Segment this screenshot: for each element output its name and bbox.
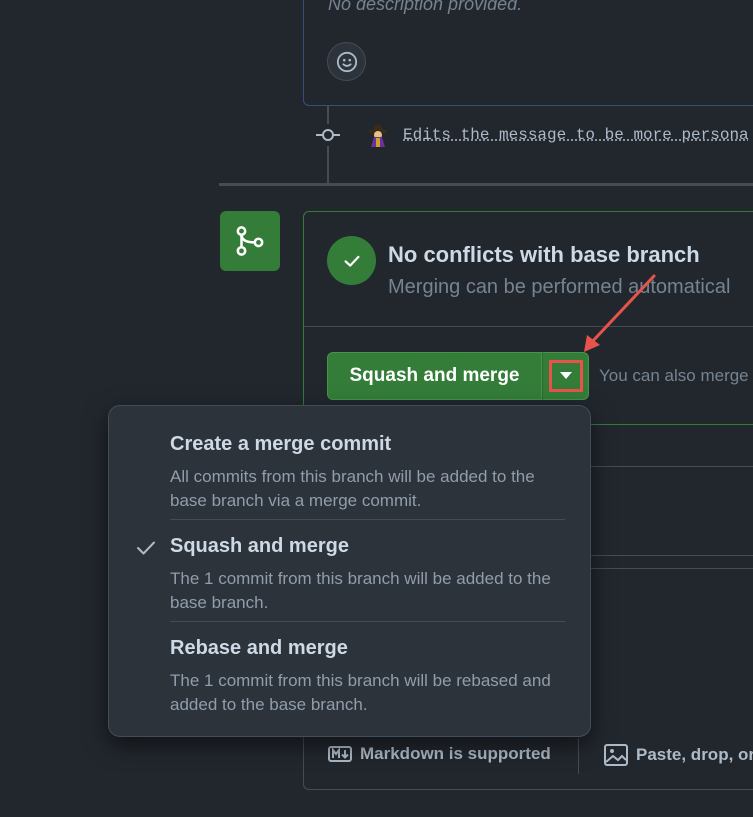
git-commit-icon bbox=[316, 124, 340, 146]
menu-item-description: The 1 commit from this branch will be ad… bbox=[170, 569, 551, 612]
annotation-highlight-box bbox=[548, 360, 583, 392]
smiley-icon bbox=[336, 51, 357, 72]
markdown-icon bbox=[328, 746, 352, 762]
attach-files-link[interactable]: Paste, drop, or bbox=[604, 744, 753, 766]
merge-method-menu: Create a merge commit All commits from t… bbox=[108, 405, 591, 737]
author-avatar[interactable] bbox=[366, 122, 390, 148]
check-circle-icon bbox=[327, 236, 376, 285]
menu-separator bbox=[170, 519, 565, 520]
background-divider bbox=[589, 555, 753, 556]
commit-message-link[interactable]: Edits the message to be more persona bbox=[403, 126, 749, 144]
menu-separator bbox=[170, 621, 565, 622]
menu-item-description: The 1 commit from this branch will be re… bbox=[170, 671, 551, 714]
menu-item-description: All commits from this branch will be add… bbox=[170, 467, 535, 510]
timeline-divider bbox=[219, 183, 753, 186]
menu-item-rebase-and-merge[interactable]: Rebase and merge The 1 commit from this … bbox=[109, 637, 590, 717]
background-divider bbox=[589, 466, 753, 467]
merge-status-title: No conflicts with base branch bbox=[388, 242, 700, 267]
pr-description-text: No description provided. bbox=[328, 0, 523, 14]
merge-alternative-text: You can also merge bbox=[599, 366, 749, 385]
squash-and-merge-button[interactable]: Squash and merge bbox=[327, 352, 542, 400]
git-merge-icon bbox=[220, 211, 280, 271]
annotation-arrow bbox=[584, 274, 656, 352]
menu-item-create-merge-commit[interactable]: Create a merge commit All commits from t… bbox=[109, 433, 590, 513]
menu-item-title: Rebase and merge bbox=[170, 637, 348, 659]
merge-panel-separator bbox=[304, 326, 753, 327]
menu-item-title: Create a merge commit bbox=[170, 433, 392, 455]
paste-label: Paste, drop, or bbox=[636, 745, 753, 764]
triangle-down-icon bbox=[559, 372, 572, 379]
footer-separator bbox=[578, 738, 579, 774]
check-icon bbox=[137, 541, 155, 555]
pr-description-box bbox=[303, 0, 753, 106]
add-reaction-button[interactable] bbox=[327, 42, 366, 81]
menu-item-title: Squash and merge bbox=[170, 535, 349, 557]
image-icon bbox=[604, 744, 628, 766]
markdown-supported-link[interactable]: Markdown is supported bbox=[328, 744, 551, 764]
menu-item-squash-and-merge[interactable]: Squash and merge The 1 commit from this … bbox=[109, 535, 590, 615]
markdown-label: Markdown is supported bbox=[360, 744, 551, 763]
